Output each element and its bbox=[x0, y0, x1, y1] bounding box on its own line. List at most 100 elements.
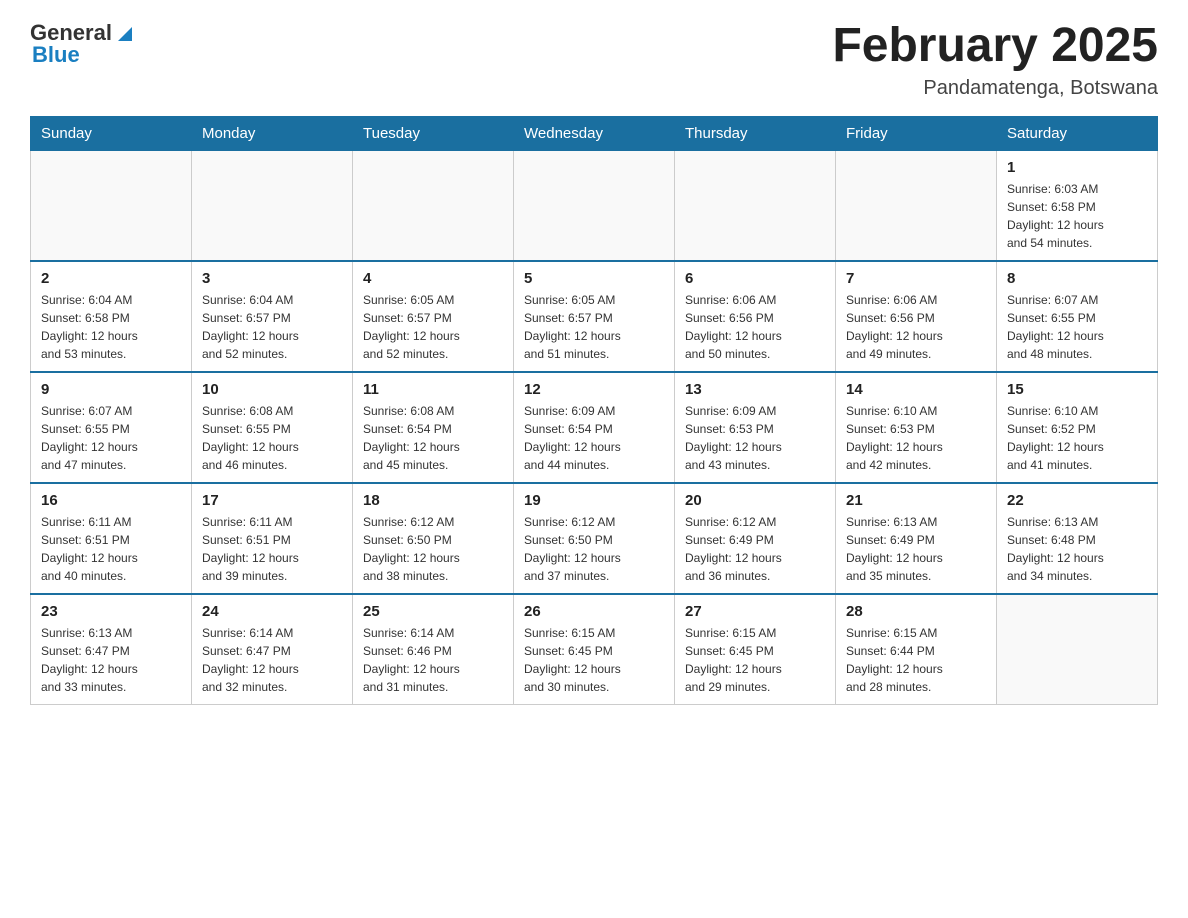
logo-triangle-icon bbox=[114, 23, 136, 45]
calendar-cell: 3 Sunrise: 6:04 AM Sunset: 6:57 PM Daylig… bbox=[192, 261, 353, 372]
day-info: Sunrise: 6:12 AM Sunset: 6:50 PM Dayligh… bbox=[363, 513, 503, 585]
day-info: Sunrise: 6:15 AM Sunset: 6:44 PM Dayligh… bbox=[846, 624, 986, 696]
calendar-cell: 11 Sunrise: 6:08 AM Sunset: 6:54 PM Dayli… bbox=[353, 372, 514, 483]
day-number: 20 bbox=[685, 492, 825, 509]
title-area: February 2025 Pandamatenga, Botswana bbox=[832, 20, 1158, 100]
day-number: 12 bbox=[524, 381, 664, 398]
day-info: Sunrise: 6:15 AM Sunset: 6:45 PM Dayligh… bbox=[685, 624, 825, 696]
day-info: Sunrise: 6:04 AM Sunset: 6:57 PM Dayligh… bbox=[202, 291, 342, 363]
calendar-cell bbox=[997, 594, 1158, 705]
calendar-cell: 13 Sunrise: 6:09 AM Sunset: 6:53 PM Dayli… bbox=[675, 372, 836, 483]
day-info: Sunrise: 6:10 AM Sunset: 6:52 PM Dayligh… bbox=[1007, 402, 1147, 474]
calendar-table: SundayMondayTuesdayWednesdayThursdayFrid… bbox=[30, 116, 1158, 705]
calendar-cell: 24 Sunrise: 6:14 AM Sunset: 6:47 PM Dayli… bbox=[192, 594, 353, 705]
calendar-cell: 9 Sunrise: 6:07 AM Sunset: 6:55 PM Daylig… bbox=[31, 372, 192, 483]
calendar-cell bbox=[192, 150, 353, 261]
calendar-cell: 19 Sunrise: 6:12 AM Sunset: 6:50 PM Dayli… bbox=[514, 483, 675, 594]
day-number: 11 bbox=[363, 381, 503, 398]
weekday-header-friday: Friday bbox=[836, 116, 997, 150]
day-number: 21 bbox=[846, 492, 986, 509]
day-number: 1 bbox=[1007, 159, 1147, 176]
calendar-week-row: 23 Sunrise: 6:13 AM Sunset: 6:47 PM Dayli… bbox=[31, 594, 1158, 705]
day-info: Sunrise: 6:05 AM Sunset: 6:57 PM Dayligh… bbox=[363, 291, 503, 363]
day-number: 14 bbox=[846, 381, 986, 398]
weekday-header-wednesday: Wednesday bbox=[514, 116, 675, 150]
day-info: Sunrise: 6:10 AM Sunset: 6:53 PM Dayligh… bbox=[846, 402, 986, 474]
calendar-cell: 25 Sunrise: 6:14 AM Sunset: 6:46 PM Dayli… bbox=[353, 594, 514, 705]
day-info: Sunrise: 6:06 AM Sunset: 6:56 PM Dayligh… bbox=[846, 291, 986, 363]
calendar-cell: 7 Sunrise: 6:06 AM Sunset: 6:56 PM Daylig… bbox=[836, 261, 997, 372]
calendar-cell: 26 Sunrise: 6:15 AM Sunset: 6:45 PM Dayli… bbox=[514, 594, 675, 705]
day-number: 25 bbox=[363, 603, 503, 620]
day-info: Sunrise: 6:09 AM Sunset: 6:53 PM Dayligh… bbox=[685, 402, 825, 474]
day-number: 9 bbox=[41, 381, 181, 398]
calendar-cell bbox=[675, 150, 836, 261]
calendar-cell: 28 Sunrise: 6:15 AM Sunset: 6:44 PM Dayli… bbox=[836, 594, 997, 705]
day-number: 26 bbox=[524, 603, 664, 620]
calendar-week-row: 16 Sunrise: 6:11 AM Sunset: 6:51 PM Dayli… bbox=[31, 483, 1158, 594]
calendar-cell: 15 Sunrise: 6:10 AM Sunset: 6:52 PM Dayli… bbox=[997, 372, 1158, 483]
day-info: Sunrise: 6:06 AM Sunset: 6:56 PM Dayligh… bbox=[685, 291, 825, 363]
day-number: 5 bbox=[524, 270, 664, 287]
calendar-header-row: SundayMondayTuesdayWednesdayThursdayFrid… bbox=[31, 116, 1158, 150]
day-number: 19 bbox=[524, 492, 664, 509]
weekday-header-tuesday: Tuesday bbox=[353, 116, 514, 150]
day-info: Sunrise: 6:05 AM Sunset: 6:57 PM Dayligh… bbox=[524, 291, 664, 363]
calendar-cell: 17 Sunrise: 6:11 AM Sunset: 6:51 PM Dayli… bbox=[192, 483, 353, 594]
calendar-week-row: 2Sunrise: 6:04 AM Sunset: 6:58 PM Daylig… bbox=[31, 261, 1158, 372]
day-info: Sunrise: 6:11 AM Sunset: 6:51 PM Dayligh… bbox=[41, 513, 181, 585]
calendar-cell: 14 Sunrise: 6:10 AM Sunset: 6:53 PM Dayli… bbox=[836, 372, 997, 483]
day-number: 6 bbox=[685, 270, 825, 287]
day-info: Sunrise: 6:13 AM Sunset: 6:47 PM Dayligh… bbox=[41, 624, 181, 696]
day-number: 15 bbox=[1007, 381, 1147, 398]
day-number: 27 bbox=[685, 603, 825, 620]
day-info: Sunrise: 6:11 AM Sunset: 6:51 PM Dayligh… bbox=[202, 513, 342, 585]
weekday-header-saturday: Saturday bbox=[997, 116, 1158, 150]
page-header: General Blue February 2025 Pandamatenga,… bbox=[30, 20, 1158, 100]
day-number: 24 bbox=[202, 603, 342, 620]
day-info: Sunrise: 6:14 AM Sunset: 6:46 PM Dayligh… bbox=[363, 624, 503, 696]
weekday-header-monday: Monday bbox=[192, 116, 353, 150]
weekday-header-sunday: Sunday bbox=[31, 116, 192, 150]
day-info: Sunrise: 6:13 AM Sunset: 6:48 PM Dayligh… bbox=[1007, 513, 1147, 585]
calendar-week-row: 1 Sunrise: 6:03 AM Sunset: 6:58 PM Daylig… bbox=[31, 150, 1158, 261]
day-number: 10 bbox=[202, 381, 342, 398]
calendar-cell: 16 Sunrise: 6:11 AM Sunset: 6:51 PM Dayli… bbox=[31, 483, 192, 594]
month-year-title: February 2025 bbox=[832, 20, 1158, 73]
day-number: 8 bbox=[1007, 270, 1147, 287]
calendar-cell: 12 Sunrise: 6:09 AM Sunset: 6:54 PM Dayli… bbox=[514, 372, 675, 483]
day-info: Sunrise: 6:12 AM Sunset: 6:50 PM Dayligh… bbox=[524, 513, 664, 585]
day-number: 16 bbox=[41, 492, 181, 509]
calendar-cell: 5 Sunrise: 6:05 AM Sunset: 6:57 PM Daylig… bbox=[514, 261, 675, 372]
calendar-cell: 6 Sunrise: 6:06 AM Sunset: 6:56 PM Daylig… bbox=[675, 261, 836, 372]
day-info: Sunrise: 6:09 AM Sunset: 6:54 PM Dayligh… bbox=[524, 402, 664, 474]
day-number: 7 bbox=[846, 270, 986, 287]
day-info: Sunrise: 6:15 AM Sunset: 6:45 PM Dayligh… bbox=[524, 624, 664, 696]
day-number: 3 bbox=[202, 270, 342, 287]
day-number: 23 bbox=[41, 603, 181, 620]
calendar-cell: 27 Sunrise: 6:15 AM Sunset: 6:45 PM Dayli… bbox=[675, 594, 836, 705]
day-info: Sunrise: 6:08 AM Sunset: 6:54 PM Dayligh… bbox=[363, 402, 503, 474]
day-number: 22 bbox=[1007, 492, 1147, 509]
calendar-cell: 1 Sunrise: 6:03 AM Sunset: 6:58 PM Daylig… bbox=[997, 150, 1158, 261]
day-info: Sunrise: 6:12 AM Sunset: 6:49 PM Dayligh… bbox=[685, 513, 825, 585]
day-number: 28 bbox=[846, 603, 986, 620]
calendar-cell bbox=[31, 150, 192, 261]
calendar-cell: 2Sunrise: 6:04 AM Sunset: 6:58 PM Daylig… bbox=[31, 261, 192, 372]
day-info: Sunrise: 6:08 AM Sunset: 6:55 PM Dayligh… bbox=[202, 402, 342, 474]
day-number: 2 bbox=[41, 270, 181, 287]
day-info: Sunrise: 6:03 AM Sunset: 6:58 PM Dayligh… bbox=[1007, 180, 1147, 252]
logo: General Blue bbox=[30, 20, 136, 68]
logo-blue-text: Blue bbox=[30, 42, 80, 68]
calendar-cell bbox=[353, 150, 514, 261]
calendar-cell: 4 Sunrise: 6:05 AM Sunset: 6:57 PM Daylig… bbox=[353, 261, 514, 372]
calendar-cell: 18Sunrise: 6:12 AM Sunset: 6:50 PM Dayli… bbox=[353, 483, 514, 594]
calendar-cell bbox=[836, 150, 997, 261]
day-number: 4 bbox=[363, 270, 503, 287]
day-info: Sunrise: 6:07 AM Sunset: 6:55 PM Dayligh… bbox=[1007, 291, 1147, 363]
day-info: Sunrise: 6:14 AM Sunset: 6:47 PM Dayligh… bbox=[202, 624, 342, 696]
day-info: Sunrise: 6:07 AM Sunset: 6:55 PM Dayligh… bbox=[41, 402, 181, 474]
day-number: 13 bbox=[685, 381, 825, 398]
calendar-cell: 22 Sunrise: 6:13 AM Sunset: 6:48 PM Dayli… bbox=[997, 483, 1158, 594]
day-number: 17 bbox=[202, 492, 342, 509]
